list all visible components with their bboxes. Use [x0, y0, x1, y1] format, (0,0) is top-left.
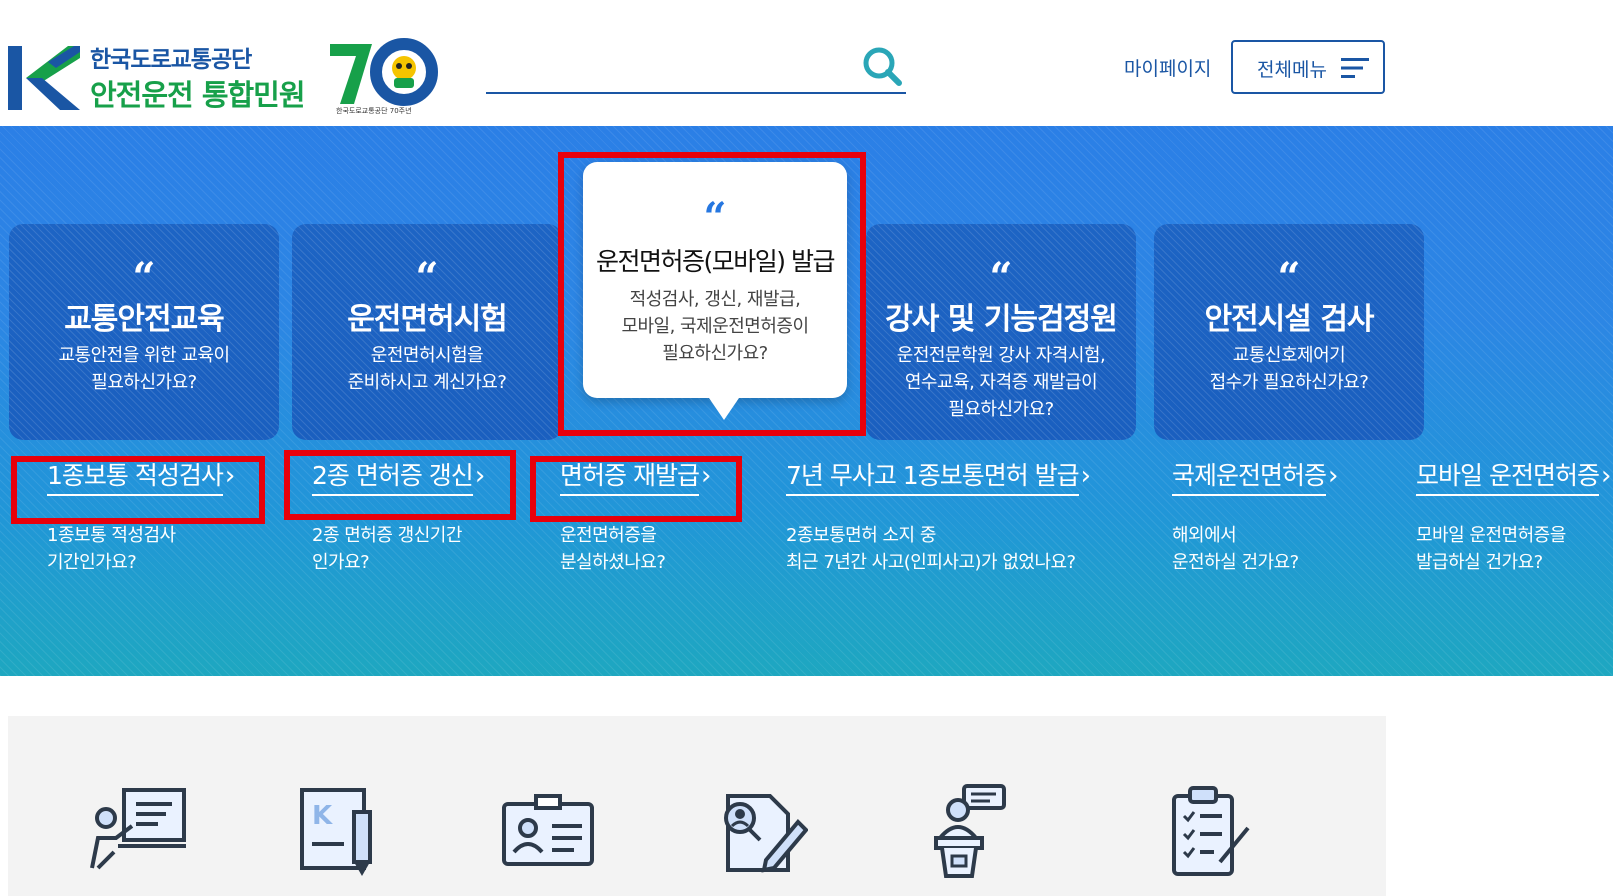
logo-service-name: 안전운전 통합민원 [90, 78, 306, 112]
chevron-right-icon: › [1080, 461, 1092, 491]
anniversary-70-icon [330, 38, 438, 106]
card-description: 운전면허시험을 준비하시고 계신가요? [347, 345, 507, 393]
sublink-description: 해외에서 운전하실 건가요? [1172, 525, 1299, 573]
presentation-icon[interactable] [88, 782, 188, 882]
quote-icon: “ [989, 254, 1013, 301]
sublink-description: 2종보통면허 소지 중 최근 7년간 사고(인피사고)가 없었나요? [786, 525, 1076, 573]
sublink-title: 국제운전면허증 [1172, 456, 1327, 496]
card-description: 운전전문학원 강사 자격시험, 연수교육, 자격증 재발급이 필요하신가요? [896, 345, 1106, 420]
card-description: 교통안전을 위한 교육이 필요하신가요? [58, 345, 230, 393]
highlight-box-sublink-3 [530, 456, 742, 522]
site-logo[interactable]: 한국도로교통공단 안전운전 통합민원 한국도로교통공단 70주년 [8, 38, 438, 118]
logo-org-name: 한국도로교통공단 [90, 47, 252, 73]
service-icon-section: K [8, 716, 1386, 896]
sublink-description: 1종보통 적성검사 기간인가요? [47, 525, 176, 573]
k-logo-icon [8, 46, 80, 110]
document-pen-icon[interactable]: K [290, 782, 390, 882]
sublink-international-license[interactable]: 국제운전면허증› [1172, 456, 1338, 496]
card-title: 안전시설 검사 [1204, 302, 1374, 337]
svg-text:K: K [312, 801, 333, 831]
sublink-title: 7년 무사고 1종보통면허 발급 [786, 456, 1080, 496]
sublink-mobile-license[interactable]: 모바일 운전면허증› [1416, 456, 1611, 496]
quote-icon: “ [132, 254, 156, 301]
page-root: 한국도로교통공단 안전운전 통합민원 한국도로교통공단 70주년 마이페이지 전… [0, 0, 1613, 896]
sublink-description: 운전면허증을 분실하셨나요? [560, 525, 666, 573]
hero-section: “ 교통안전교육 교통안전을 위한 교육이 필요하신가요? “ 운전면허시험 운… [0, 126, 1613, 676]
chevron-right-icon: › [1328, 461, 1339, 491]
speaker-podium-icon[interactable] [914, 782, 1014, 882]
highlight-box-sublink-1 [11, 456, 265, 524]
card-instructor-examiner[interactable]: “ 강사 및 기능검정원 운전전문학원 강사 자격시험, 연수교육, 자격증 재… [866, 224, 1136, 440]
sublink-description: 2종 면허증 갱신기간 인가요? [312, 525, 462, 573]
quote-icon: “ [1277, 254, 1301, 301]
highlight-box-active-card [558, 152, 866, 436]
card-safety-facility-inspection[interactable]: “ 안전시설 검사 교통신호제어기 접수가 필요하신가요? [1154, 224, 1424, 440]
quote-icon: “ [415, 254, 439, 301]
mypage-link[interactable]: 마이페이지 [1124, 54, 1211, 81]
card-title: 운전면허시험 [347, 302, 508, 337]
anniversary-caption: 한국도로교통공단 70주년 [336, 107, 412, 115]
search-input[interactable] [486, 44, 846, 86]
chevron-right-icon: › [1600, 461, 1612, 491]
hamburger-menu-icon [1341, 58, 1369, 78]
sublink-title: 모바일 운전면허증 [1416, 456, 1600, 496]
card-traffic-safety-education[interactable]: “ 교통안전교육 교통안전을 위한 교육이 필요하신가요? [9, 224, 279, 440]
id-card-icon[interactable] [498, 782, 598, 882]
all-menu-button[interactable]: 전체메뉴 [1231, 40, 1385, 94]
all-menu-label: 전체메뉴 [1257, 59, 1327, 81]
sublink-7year-accident-free[interactable]: 7년 무사고 1종보통면허 발급› [786, 456, 1091, 496]
highlight-box-sublink-2 [284, 450, 516, 520]
site-header: 한국도로교통공단 안전운전 통합민원 한국도로교통공단 70주년 마이페이지 전… [0, 0, 1613, 126]
card-title: 교통안전교육 [64, 302, 225, 337]
person-edit-icon[interactable] [708, 782, 808, 882]
card-license-exam[interactable]: “ 운전면허시험 운전면허시험을 준비하시고 계신가요? [292, 224, 562, 440]
card-title: 강사 및 기능검정원 [885, 302, 1118, 337]
checklist-clipboard-icon[interactable] [1158, 782, 1258, 882]
search-bar [486, 40, 906, 94]
sublink-description: 모바일 운전면허증을 발급하실 건가요? [1416, 525, 1566, 573]
search-icon[interactable] [860, 44, 904, 88]
card-description: 교통신호제어기 접수가 필요하신가요? [1209, 345, 1369, 393]
